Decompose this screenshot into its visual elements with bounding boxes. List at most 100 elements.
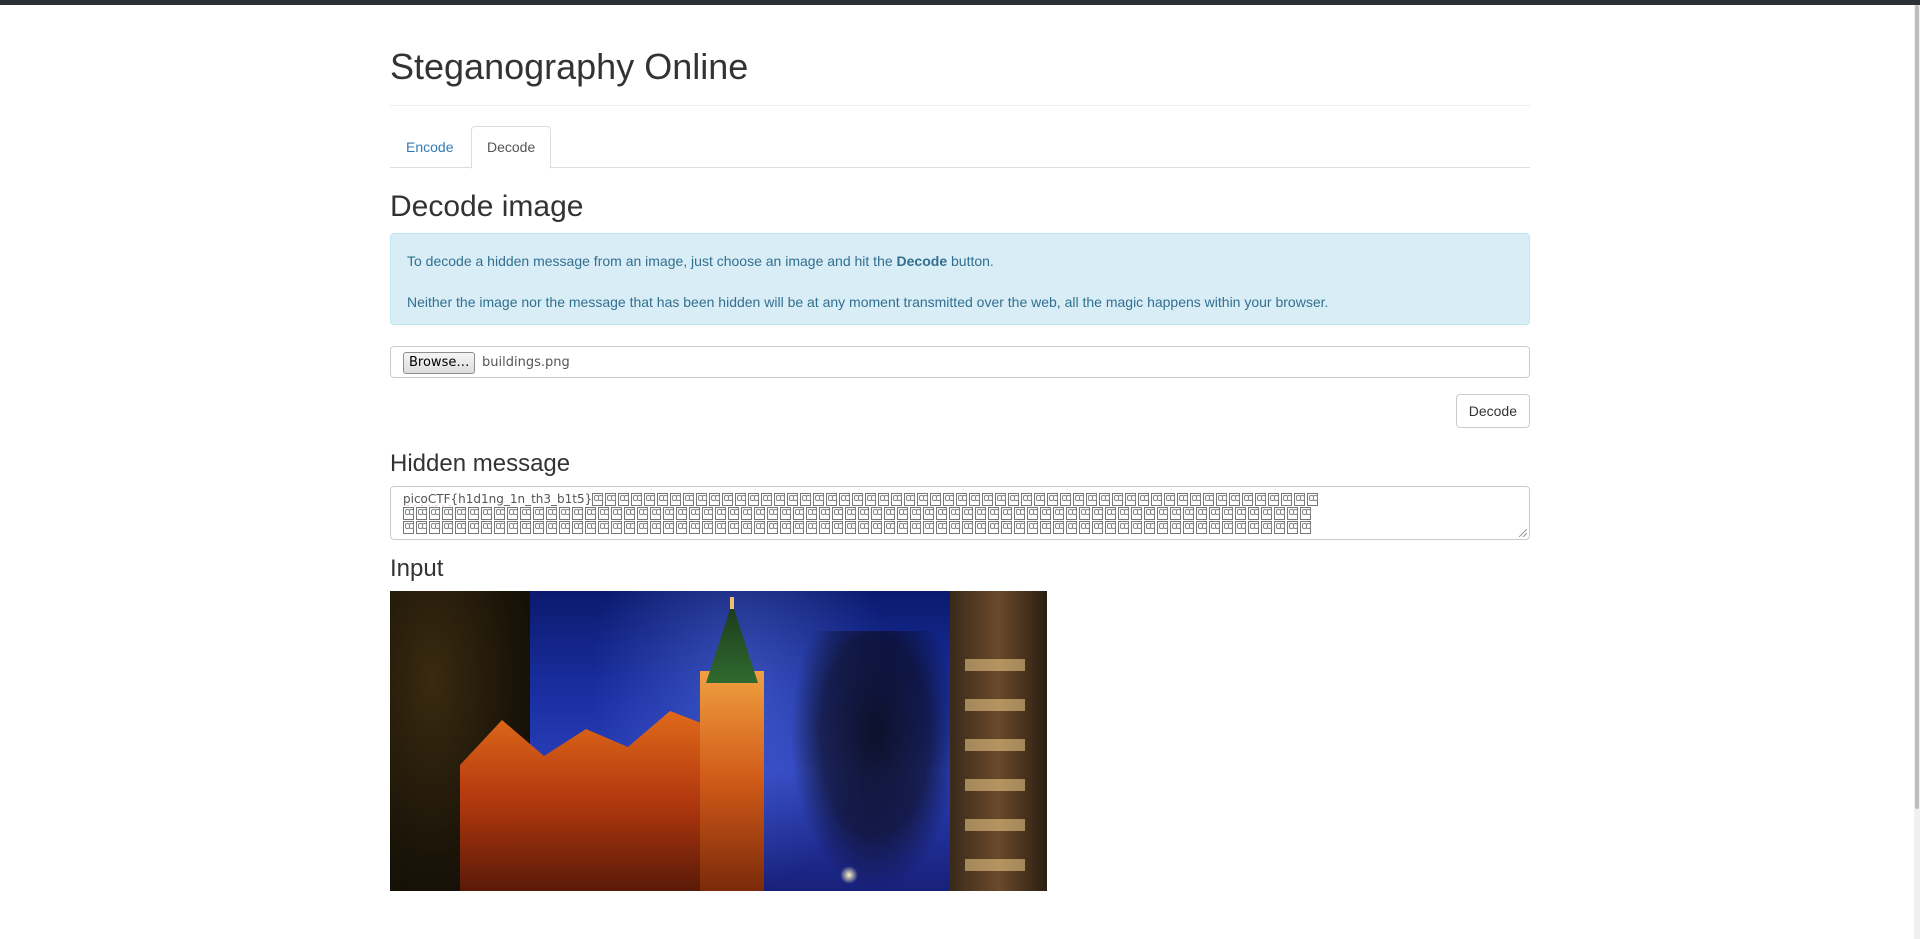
unprintable-char-icon [878,493,890,506]
unprintable-char-icon [871,521,882,534]
unprintable-char-icon [1183,521,1194,534]
unprintable-char-icon [494,521,505,534]
unprintable-char-icon [520,521,531,534]
unprintable-char-icon [767,507,778,520]
page-scrollbar[interactable] [1914,5,1920,939]
unprintable-char-icon [1001,521,1012,534]
unprintable-char-icon [468,507,479,520]
unprintable-char-icon [403,521,414,534]
scrollbar-thumb[interactable] [1915,5,1919,809]
info-line-2: Neither the image nor the message that h… [407,294,1329,310]
unprintable-char-icon [962,507,973,520]
unprintable-char-icon [1261,521,1272,534]
unprintable-char-icon [618,493,630,506]
unprintable-char-icon [774,493,786,506]
unprintable-char-icon [533,507,544,520]
page-title: Steganography Online [390,46,749,87]
browse-button[interactable]: Browse… [403,352,476,374]
file-input[interactable]: Browse… buildings.png [390,346,1530,378]
unprintable-char-icon [663,507,674,520]
unprintable-char-icon [975,507,986,520]
unprintable-char-icon [1222,521,1233,534]
unprintable-char-icon [728,521,739,534]
unprintable-char-icon [722,493,734,506]
hidden-message-title: Hidden message [390,450,571,477]
hidden-message-textarea[interactable]: picoCTF{h1d1ng_1n_th3_b1t5} [390,486,1530,540]
unprintable-char-icon [1060,493,1072,506]
unprintable-char-icon [1229,493,1241,506]
unprintable-char-icon [1294,493,1306,506]
unprintable-char-icon [442,521,453,534]
message-line [403,520,1517,534]
unprintable-char-icon [1144,521,1155,534]
unprintable-char-icon [1027,521,1038,534]
unprintable-char-icon [748,493,760,506]
unprintable-char-icon [1300,521,1311,534]
unprintable-char-icon [813,493,825,506]
unprintable-char-icon [624,507,635,520]
unprintable-char-icon [969,493,981,506]
unprintable-char-icon [1248,507,1259,520]
unprintable-char-icon [1112,493,1124,506]
unprintable-char-icon [793,521,804,534]
unprintable-char-icon [1086,493,1098,506]
unprintable-char-icon [780,521,791,534]
info-alert: To decode a hidden message from an image… [390,233,1530,325]
unprintable-char-icon [1300,507,1311,520]
unprintable-char-icon [1222,507,1233,520]
unprintable-char-icon [1170,521,1181,534]
unprintable-char-icon [416,507,427,520]
unprintable-char-icon [676,521,687,534]
message-line [403,506,1517,520]
unprintable-char-icon [715,521,726,534]
unprintable-char-icon [1105,521,1116,534]
decode-button[interactable]: Decode [1455,394,1530,428]
unprintable-char-icon [884,521,895,534]
unprintable-char-icon [696,493,708,506]
unprintable-char-icon [1138,493,1150,506]
unprintable-char-icon [1125,493,1137,506]
unprintable-char-icon [1255,493,1267,506]
unprintable-char-icon [1307,493,1319,506]
unprintable-char-icon [988,521,999,534]
unprintable-char-icon [592,493,604,506]
unprintable-char-icon [904,493,916,506]
unprintable-char-icon [644,493,656,506]
unprintable-char-icon [559,521,570,534]
unprintable-char-icon [845,507,856,520]
unprintable-char-icon [1183,507,1194,520]
unprintable-char-icon [1268,493,1280,506]
unprintable-char-icon [949,507,960,520]
decode-bold-word: Decode [896,253,948,269]
unprintable-char-icon [1079,521,1090,534]
unprintable-char-icon [559,507,570,520]
unprintable-char-icon [1287,507,1298,520]
unprintable-char-icon [1287,521,1298,534]
unprintable-char-icon [1261,507,1272,520]
unprintable-char-icon [1274,507,1285,520]
message-line: picoCTF{h1d1ng_1n_th3_b1t5} [403,492,1517,506]
tab-encode[interactable]: Encode [390,126,469,168]
unprintable-char-icon [832,507,843,520]
page-header: Steganography Online [390,5,1530,106]
unprintable-char-icon [1196,521,1207,534]
resize-handle-icon[interactable] [1519,529,1527,537]
unprintable-char-icon [403,507,414,520]
tab-decode[interactable]: Decode [471,126,552,169]
unprintable-char-icon [936,521,947,534]
unprintable-char-icon [936,507,947,520]
unprintable-char-icon [1144,507,1155,520]
unprintable-char-icon [806,521,817,534]
unprintable-char-icon [1034,493,1046,506]
unprintable-char-icon [546,507,557,520]
unprintable-char-icon [1001,507,1012,520]
unprintable-char-icon [1040,521,1051,534]
unprintable-char-icon [598,521,609,534]
unprintable-char-icon [650,521,661,534]
unprintable-char-icon [949,521,960,534]
unprintable-char-icon [1066,507,1077,520]
unprintable-char-icon [845,521,856,534]
unprintable-char-icon [793,507,804,520]
unprintable-char-icon [507,521,518,534]
unprintable-char-icon [546,521,557,534]
